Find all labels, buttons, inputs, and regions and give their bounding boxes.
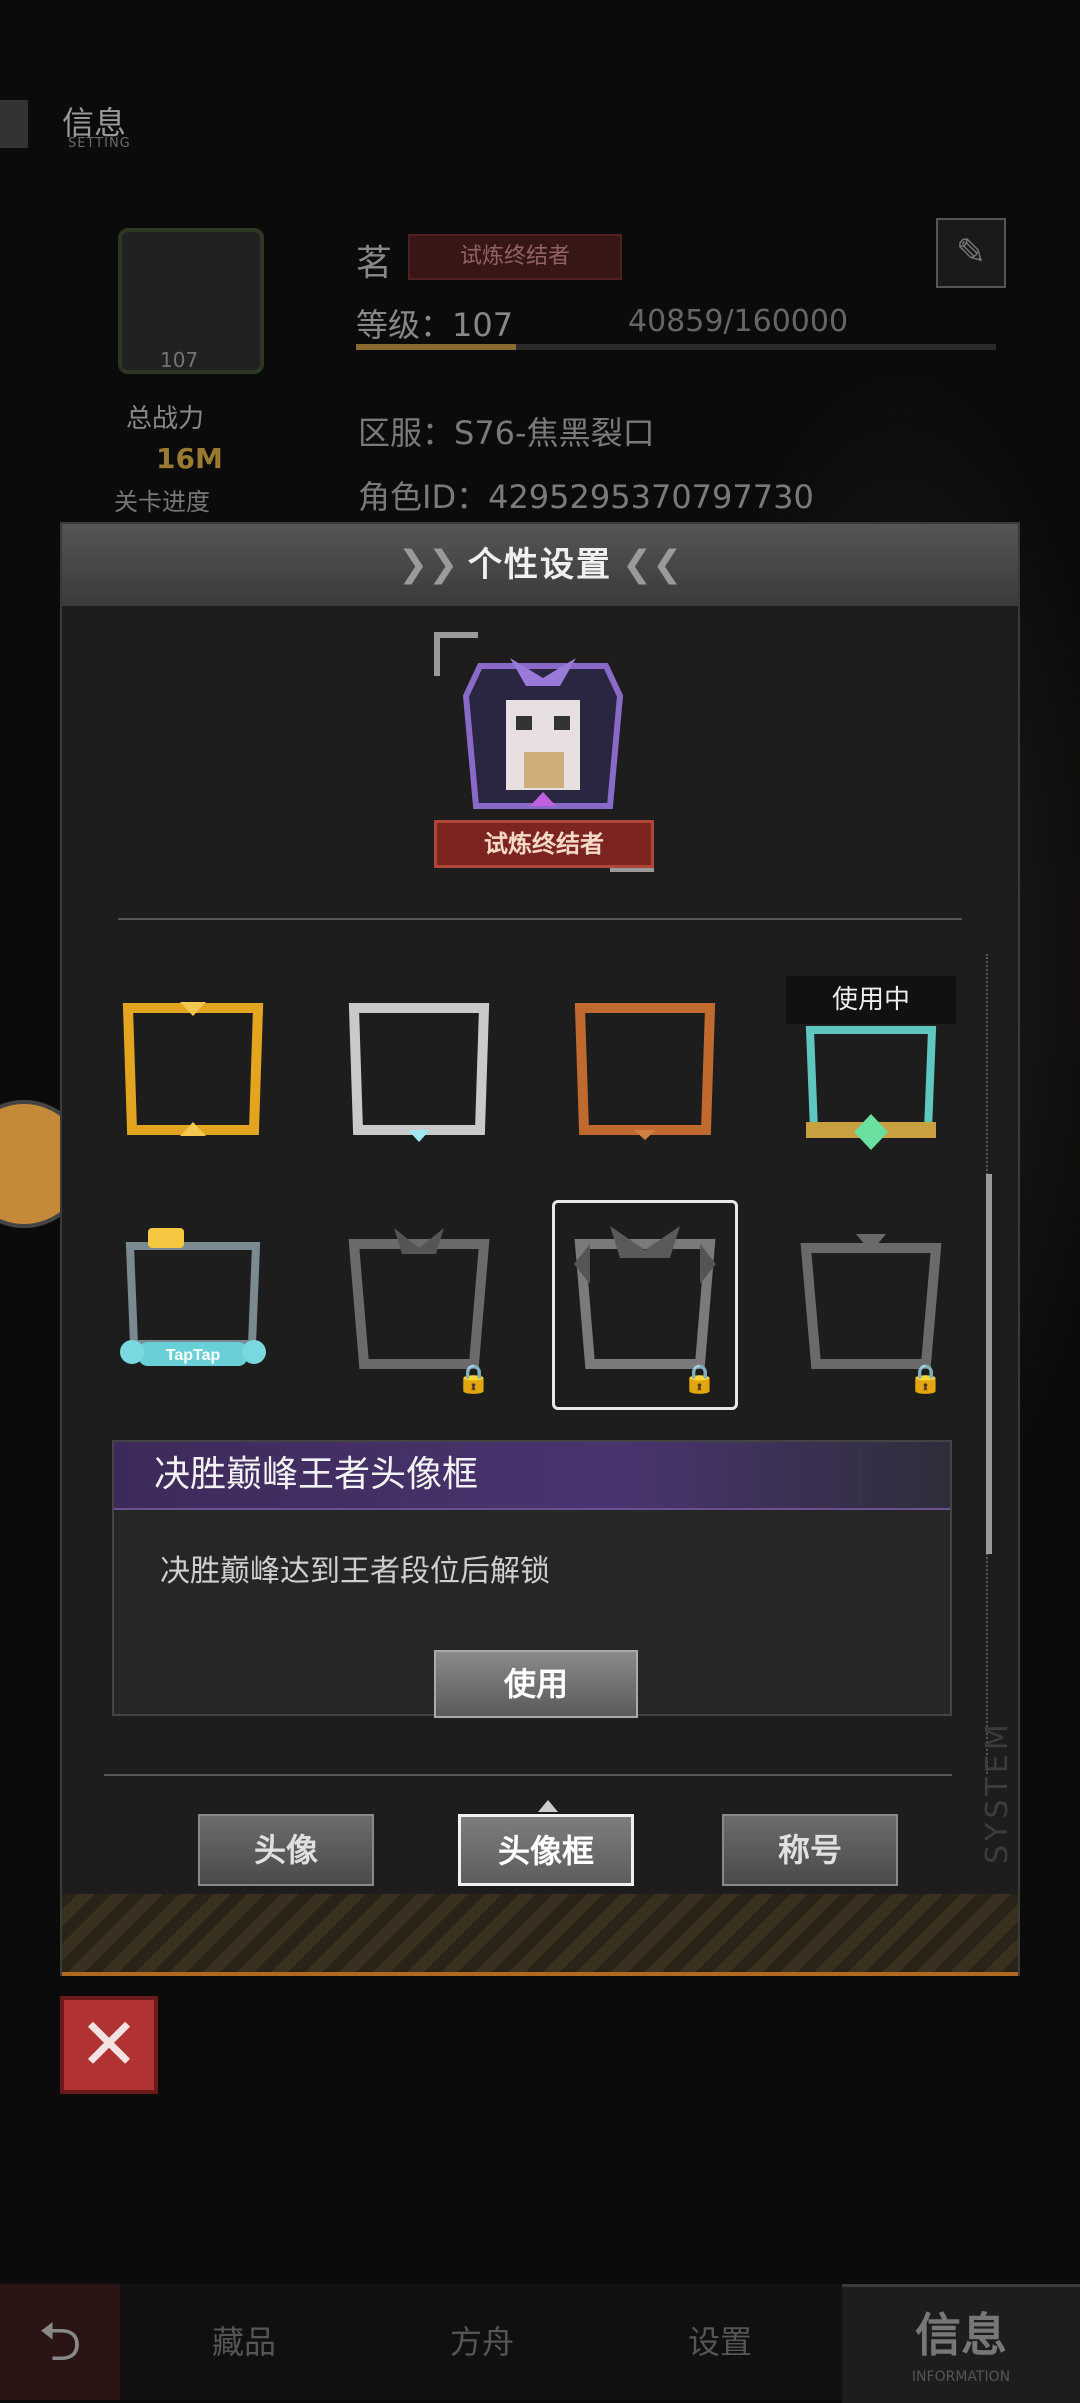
edit-icon[interactable]: ✎ (936, 218, 1006, 288)
frame-name: 决胜巅峰王者头像框 (154, 1454, 479, 1495)
exp-bar-fill (356, 344, 516, 350)
spike-frame-icon (800, 1234, 942, 1369)
preview-title-badge: 试炼终结者 (434, 820, 654, 868)
tab-avatar[interactable]: 头像 (198, 1814, 374, 1886)
frame-option-dragon[interactable] (344, 1224, 494, 1374)
personalization-dialog: ❯❯ 个性设置 ❮❮ 试炼终结者 使用中 TapTap 🔒 🔒 🔒 决胜巅峰王者… (60, 522, 1020, 1976)
power-value: 16M (156, 442, 223, 475)
lock-icon: 🔒 (908, 1362, 943, 1395)
taptap-frame-icon: TapTap (120, 1228, 266, 1366)
close-button[interactable]: ✕ (60, 1996, 158, 2094)
nav-item-info[interactable]: 信息 INFORMATION (842, 2284, 1080, 2403)
use-button[interactable]: 使用 (434, 1650, 638, 1718)
bottom-nav: ⮌ 藏品 方舟 设置 信息 INFORMATION (0, 2284, 1080, 2403)
exp-bar (356, 344, 996, 350)
divider (104, 1774, 952, 1776)
player-name: 茗 (356, 243, 393, 284)
king-frame-icon (574, 1226, 716, 1369)
server-info: 区服：S76-焦黑裂口 (358, 414, 655, 452)
close-icon: ✕ (78, 2002, 140, 2086)
page-subtitle: SETTING (68, 136, 131, 151)
jade-frame-icon (805, 1026, 937, 1150)
divider (118, 918, 962, 920)
frame-option-silver[interactable] (344, 994, 494, 1144)
side-decoration-text: SYSTEM (980, 1720, 1015, 1864)
preview-frame-image (460, 656, 626, 822)
header-accent-bar (0, 100, 28, 148)
nav-item-settings[interactable]: 设置 (688, 2284, 752, 2400)
frame-unlock-condition: 决胜巅峰达到王者段位后解锁 (160, 1554, 550, 1589)
nav-item-ark[interactable]: 方舟 (450, 2284, 514, 2400)
role-id: 角色ID：4295295370797730 (358, 478, 814, 516)
tab-title[interactable]: 称号 (722, 1814, 898, 1886)
gold-frame-icon (122, 1002, 264, 1136)
frame-option-king[interactable] (570, 1224, 720, 1374)
dialog-title: 个性设置 (468, 545, 612, 585)
back-arrow-icon: ⮌ (38, 2310, 82, 2373)
frame-option-jade[interactable] (796, 1010, 946, 1160)
player-exp: 40859/160000 (628, 304, 849, 339)
nav-item-collection[interactable]: 藏品 (212, 2284, 276, 2400)
frame-option-taptap[interactable]: TapTap (118, 1224, 268, 1374)
lock-icon: 🔒 (682, 1362, 717, 1395)
dialog-footer-stripes (62, 1894, 1018, 1976)
title-badge: 试炼终结者 (408, 234, 622, 280)
nav-item-info-sublabel: INFORMATION (911, 2369, 1011, 2385)
silver-frame-icon (348, 1003, 490, 1142)
avatar-level: 107 (160, 348, 199, 372)
tab-avatar-frame[interactable]: 头像框 (458, 1814, 634, 1886)
frame-option-gold[interactable] (118, 994, 268, 1144)
scrollbar-thumb[interactable] (986, 1174, 992, 1554)
lock-icon: 🔒 (456, 1362, 491, 1395)
back-button[interactable]: ⮌ (0, 2284, 120, 2400)
stage-progress-label: 关卡进度 (114, 488, 210, 516)
dragon-frame-icon (348, 1228, 490, 1369)
power-label: 总战力 (126, 404, 205, 434)
chevron-left-icon: ❮❮ (622, 544, 683, 585)
frame-option-spike[interactable] (796, 1224, 946, 1374)
active-tab-caret-icon (538, 1800, 558, 1812)
frame-option-bronze[interactable] (570, 994, 720, 1144)
nav-item-info-label: 信息 (915, 2308, 1007, 2362)
player-level: 等级：107 (356, 306, 514, 344)
bronze-frame-icon (574, 1003, 716, 1140)
frame-preview: 试炼终结者 (434, 632, 654, 872)
taptap-label: TapTap (166, 1347, 221, 1364)
